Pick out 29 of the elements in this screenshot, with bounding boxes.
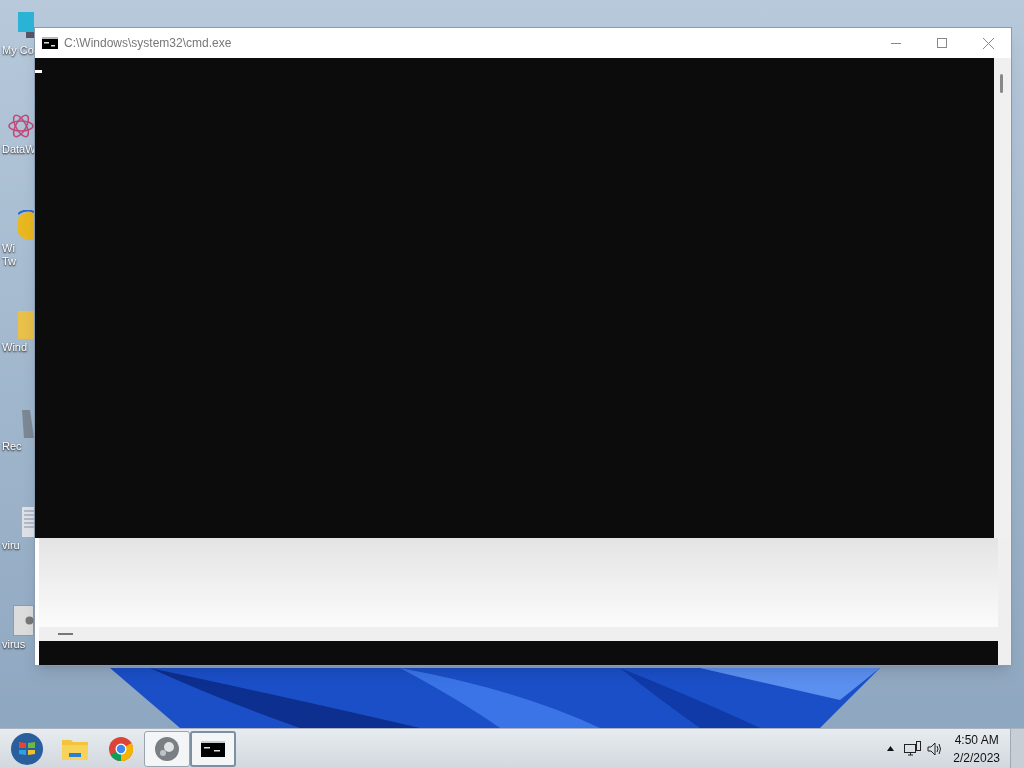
maximize-icon (937, 38, 947, 48)
scrollbar[interactable] (994, 58, 1011, 538)
minimize-icon (891, 42, 901, 44)
icon-label: Wind (1, 341, 29, 354)
network-icon[interactable] (904, 740, 922, 757)
window-title: C:\Windows\system32\cmd.exe (64, 35, 232, 52)
atom-icon (8, 113, 34, 139)
clock-date: 2/2/2023 (953, 749, 1000, 767)
monitor-icon (18, 12, 34, 38)
chrome-icon (109, 736, 133, 761)
icon-label: Rec (1, 440, 23, 453)
console-icon (42, 37, 58, 49)
icon-label: Wi (1, 242, 16, 255)
show-hidden-icons-icon[interactable] (887, 746, 895, 751)
taskbar-button[interactable] (190, 730, 236, 767)
steam-icon (155, 736, 179, 761)
clock-time: 4:50 AM (954, 731, 999, 749)
dash-mark (58, 633, 73, 635)
scrollbar-thumb[interactable] (1000, 74, 1003, 93)
speaker-icon[interactable] (927, 741, 944, 756)
icon-label: Tw (1, 255, 18, 268)
console-icon (201, 740, 225, 757)
start-orb-icon (10, 731, 44, 766)
icon-label: virus (1, 638, 27, 651)
icon-label: DataW (1, 143, 34, 156)
icon-label: viru (1, 539, 21, 552)
icon-label: My Co (1, 44, 34, 57)
close-icon (982, 37, 994, 49)
document-icon (22, 507, 34, 537)
